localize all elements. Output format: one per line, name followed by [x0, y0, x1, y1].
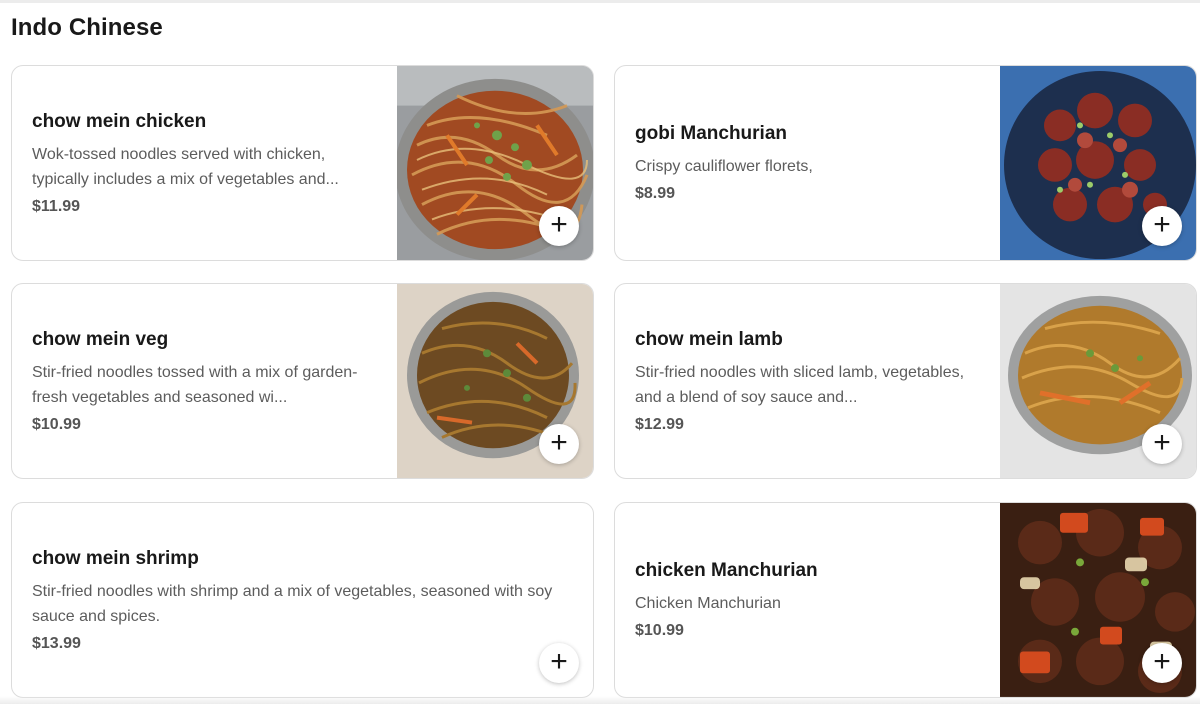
menu-item-card[interactable]: chow mein shrimp Stir-fried noodles with…	[11, 502, 594, 698]
menu-item-card[interactable]: gobi Manchurian Crispy cauliflower flore…	[614, 65, 1197, 261]
menu-item-price: $13.99	[32, 634, 81, 652]
menu-item-description: Wok-tossed noodles served with chicken, …	[32, 145, 339, 188]
menu-item-info: chow mein veg Stir-fried noodles tossed …	[32, 284, 383, 478]
menu-item-name: gobi Manchurian	[635, 123, 787, 144]
menu-item-description: Crispy cauliflower florets,	[635, 158, 813, 175]
menu-item-info: gobi Manchurian Crispy cauliflower flore…	[635, 66, 986, 260]
menu-item-price: $12.99	[635, 415, 684, 433]
plus-icon: +	[1153, 644, 1171, 678]
add-item-button[interactable]: +	[1142, 424, 1182, 464]
add-item-button[interactable]: +	[539, 206, 579, 246]
plus-icon: +	[1153, 425, 1171, 459]
menu-item-price: $10.99	[32, 415, 81, 433]
add-item-button[interactable]: +	[539, 424, 579, 464]
menu-item-name: chow mein lamb	[635, 328, 783, 350]
menu-item-description: Stir-fried noodles with shrimp and a mix…	[32, 582, 553, 625]
menu-item-card[interactable]: chicken Manchurian Chicken Manchurian $1…	[614, 502, 1197, 698]
menu-item-info: chow mein chicken Wok-tossed noodles ser…	[32, 66, 383, 260]
plus-icon: +	[550, 425, 568, 459]
add-item-button[interactable]: +	[539, 643, 579, 683]
menu-item-description: Stir-fried noodles tossed with a mix of …	[32, 363, 358, 406]
menu-item-info: chicken Manchurian Chicken Manchurian $1…	[635, 503, 986, 697]
add-item-button[interactable]: +	[1142, 206, 1182, 246]
plus-icon: +	[550, 644, 568, 678]
menu-item-card[interactable]: chow mein lamb Stir-fried noodles with s…	[614, 283, 1197, 479]
menu-item-price: $11.99	[32, 197, 81, 215]
menu-item-description: Stir-fried noodles with sliced lamb, veg…	[635, 363, 965, 406]
plus-icon: +	[1153, 207, 1171, 241]
menu-item-card[interactable]: chow mein chicken Wok-tossed noodles ser…	[11, 65, 594, 261]
bottom-edge	[0, 696, 1200, 704]
menu-item-info: chow mein lamb Stir-fried noodles with s…	[635, 284, 986, 478]
menu-item-card[interactable]: chow mein veg Stir-fried noodles tossed …	[11, 283, 594, 479]
menu-item-price: $8.99	[635, 185, 676, 202]
menu-grid: chow mein chicken Wok-tossed noodles ser…	[0, 0, 1200, 704]
menu-item-info: chow mein shrimp Stir-fried noodles with…	[32, 503, 553, 697]
menu-item-name: chow mein veg	[32, 328, 169, 350]
menu-item-name: chow mein chicken	[32, 110, 207, 132]
plus-icon: +	[550, 207, 568, 241]
menu-item-description: Chicken Manchurian	[635, 595, 781, 612]
menu-item-name: chow mein shrimp	[32, 547, 199, 569]
menu-item-price: $10.99	[635, 622, 684, 639]
menu-item-name: chicken Manchurian	[635, 560, 818, 581]
add-item-button[interactable]: +	[1142, 643, 1182, 683]
